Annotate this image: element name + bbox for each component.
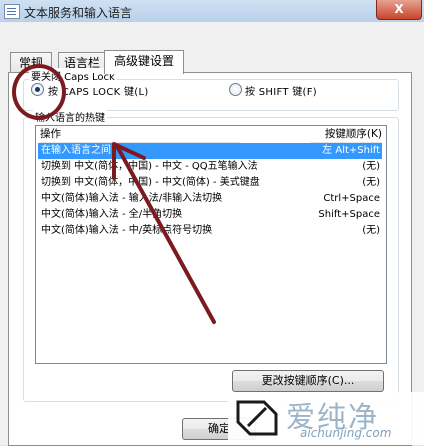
watermark-url: aichunjing.com xyxy=(300,426,392,440)
annotation-arrow xyxy=(112,142,216,324)
watermark: 爱纯净 aichunjing.com xyxy=(228,392,424,445)
watermark-logo xyxy=(236,400,278,436)
tab-advanced-key-settings[interactable]: 高级键设置 xyxy=(104,50,184,74)
